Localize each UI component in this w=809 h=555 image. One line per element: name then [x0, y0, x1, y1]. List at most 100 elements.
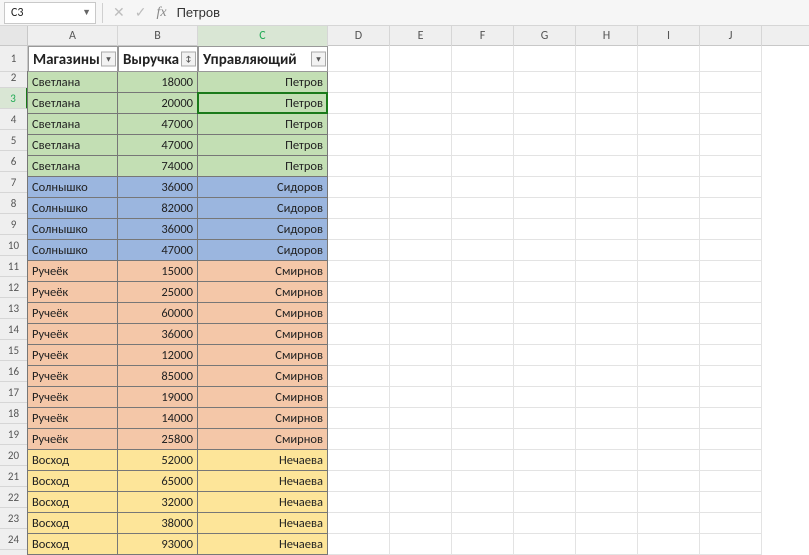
cell-revenue[interactable]: 18000: [117, 71, 198, 93]
empty-cell[interactable]: [452, 324, 514, 345]
row-header-16[interactable]: 16: [0, 361, 27, 382]
empty-cell[interactable]: [638, 93, 700, 114]
empty-cell[interactable]: [576, 177, 638, 198]
filter-icon[interactable]: ▾: [101, 52, 116, 67]
cell-manager[interactable]: Сидоров: [197, 218, 328, 240]
cell-store[interactable]: Солнышко: [27, 239, 118, 261]
empty-cell[interactable]: [514, 114, 576, 135]
empty-cell[interactable]: [576, 324, 638, 345]
cell-revenue[interactable]: 32000: [117, 491, 198, 513]
empty-cell[interactable]: [390, 408, 452, 429]
empty-cell[interactable]: [452, 135, 514, 156]
empty-cell[interactable]: [390, 282, 452, 303]
empty-cell[interactable]: [452, 429, 514, 450]
row-header-13[interactable]: 13: [0, 298, 27, 319]
empty-cell[interactable]: [390, 261, 452, 282]
cell-store[interactable]: Ручеёк: [27, 260, 118, 282]
empty-cell[interactable]: [700, 324, 762, 345]
empty-cell[interactable]: [700, 114, 762, 135]
cell-store[interactable]: Ручеёк: [27, 323, 118, 345]
empty-cell[interactable]: [390, 492, 452, 513]
empty-cell[interactable]: [514, 46, 576, 72]
cell-revenue[interactable]: 19000: [117, 386, 198, 408]
cell-revenue[interactable]: 38000: [117, 512, 198, 534]
cell-store[interactable]: Восход: [27, 491, 118, 513]
empty-cell[interactable]: [452, 492, 514, 513]
empty-cell[interactable]: [638, 72, 700, 93]
empty-cell[interactable]: [576, 492, 638, 513]
accept-icon[interactable]: ✓: [135, 4, 147, 21]
empty-cell[interactable]: [452, 156, 514, 177]
empty-cell[interactable]: [700, 471, 762, 492]
empty-cell[interactable]: [700, 345, 762, 366]
cell-store[interactable]: Ручеёк: [27, 281, 118, 303]
cell-store[interactable]: Ручеёк: [27, 428, 118, 450]
empty-cell[interactable]: [700, 450, 762, 471]
empty-cell[interactable]: [328, 492, 390, 513]
cell-store[interactable]: Ручеёк: [27, 407, 118, 429]
column-header-B[interactable]: B: [118, 26, 198, 48]
empty-cell[interactable]: [390, 240, 452, 261]
column-header-A[interactable]: A: [28, 26, 118, 48]
cell-store[interactable]: Светлана: [27, 92, 118, 114]
empty-cell[interactable]: [638, 261, 700, 282]
row-header-11[interactable]: 11: [0, 256, 27, 277]
cell-manager[interactable]: Нечаева: [197, 470, 328, 492]
cell-manager[interactable]: Нечаева: [197, 512, 328, 534]
empty-cell[interactable]: [576, 450, 638, 471]
row-header-12[interactable]: 12: [0, 277, 27, 298]
cell-manager[interactable]: Нечаева: [197, 449, 328, 471]
cell-manager[interactable]: Сидоров: [197, 197, 328, 219]
empty-cell[interactable]: [576, 46, 638, 72]
cell-manager[interactable]: Смирнов: [197, 407, 328, 429]
column-header-E[interactable]: E: [390, 26, 452, 48]
empty-cell[interactable]: [390, 387, 452, 408]
empty-cell[interactable]: [390, 135, 452, 156]
empty-cell[interactable]: [328, 408, 390, 429]
empty-cell[interactable]: [390, 46, 452, 72]
empty-cell[interactable]: [452, 345, 514, 366]
empty-cell[interactable]: [452, 408, 514, 429]
empty-cell[interactable]: [576, 471, 638, 492]
empty-cell[interactable]: [390, 114, 452, 135]
cell-manager[interactable]: Смирнов: [197, 302, 328, 324]
empty-cell[interactable]: [700, 492, 762, 513]
empty-cell[interactable]: [576, 534, 638, 555]
empty-cell[interactable]: [576, 261, 638, 282]
empty-cell[interactable]: [390, 219, 452, 240]
cell-store[interactable]: Светлана: [27, 134, 118, 156]
cell-manager[interactable]: Сидоров: [197, 176, 328, 198]
cell-store[interactable]: Восход: [27, 533, 118, 555]
empty-cell[interactable]: [328, 198, 390, 219]
empty-cell[interactable]: [452, 219, 514, 240]
empty-cell[interactable]: [638, 46, 700, 72]
row-header-2[interactable]: 2: [0, 67, 27, 88]
cell-revenue[interactable]: 93000: [117, 533, 198, 555]
cell-manager[interactable]: Смирнов: [197, 260, 328, 282]
row-header-7[interactable]: 7: [0, 172, 27, 193]
empty-cell[interactable]: [452, 303, 514, 324]
empty-cell[interactable]: [514, 135, 576, 156]
cell-store[interactable]: Восход: [27, 449, 118, 471]
empty-cell[interactable]: [328, 429, 390, 450]
empty-cell[interactable]: [700, 198, 762, 219]
empty-cell[interactable]: [576, 345, 638, 366]
empty-cell[interactable]: [638, 513, 700, 534]
empty-cell[interactable]: [576, 513, 638, 534]
empty-cell[interactable]: [390, 93, 452, 114]
empty-cell[interactable]: [452, 177, 514, 198]
cell-revenue[interactable]: 85000: [117, 365, 198, 387]
empty-cell[interactable]: [700, 303, 762, 324]
cell-revenue[interactable]: 60000: [117, 302, 198, 324]
cell-store[interactable]: Восход: [27, 470, 118, 492]
empty-cell[interactable]: [452, 198, 514, 219]
empty-cell[interactable]: [452, 471, 514, 492]
empty-cell[interactable]: [514, 387, 576, 408]
empty-cell[interactable]: [700, 177, 762, 198]
empty-cell[interactable]: [390, 324, 452, 345]
empty-cell[interactable]: [514, 93, 576, 114]
empty-cell[interactable]: [700, 135, 762, 156]
empty-cell[interactable]: [638, 240, 700, 261]
empty-cell[interactable]: [328, 135, 390, 156]
empty-cell[interactable]: [576, 114, 638, 135]
